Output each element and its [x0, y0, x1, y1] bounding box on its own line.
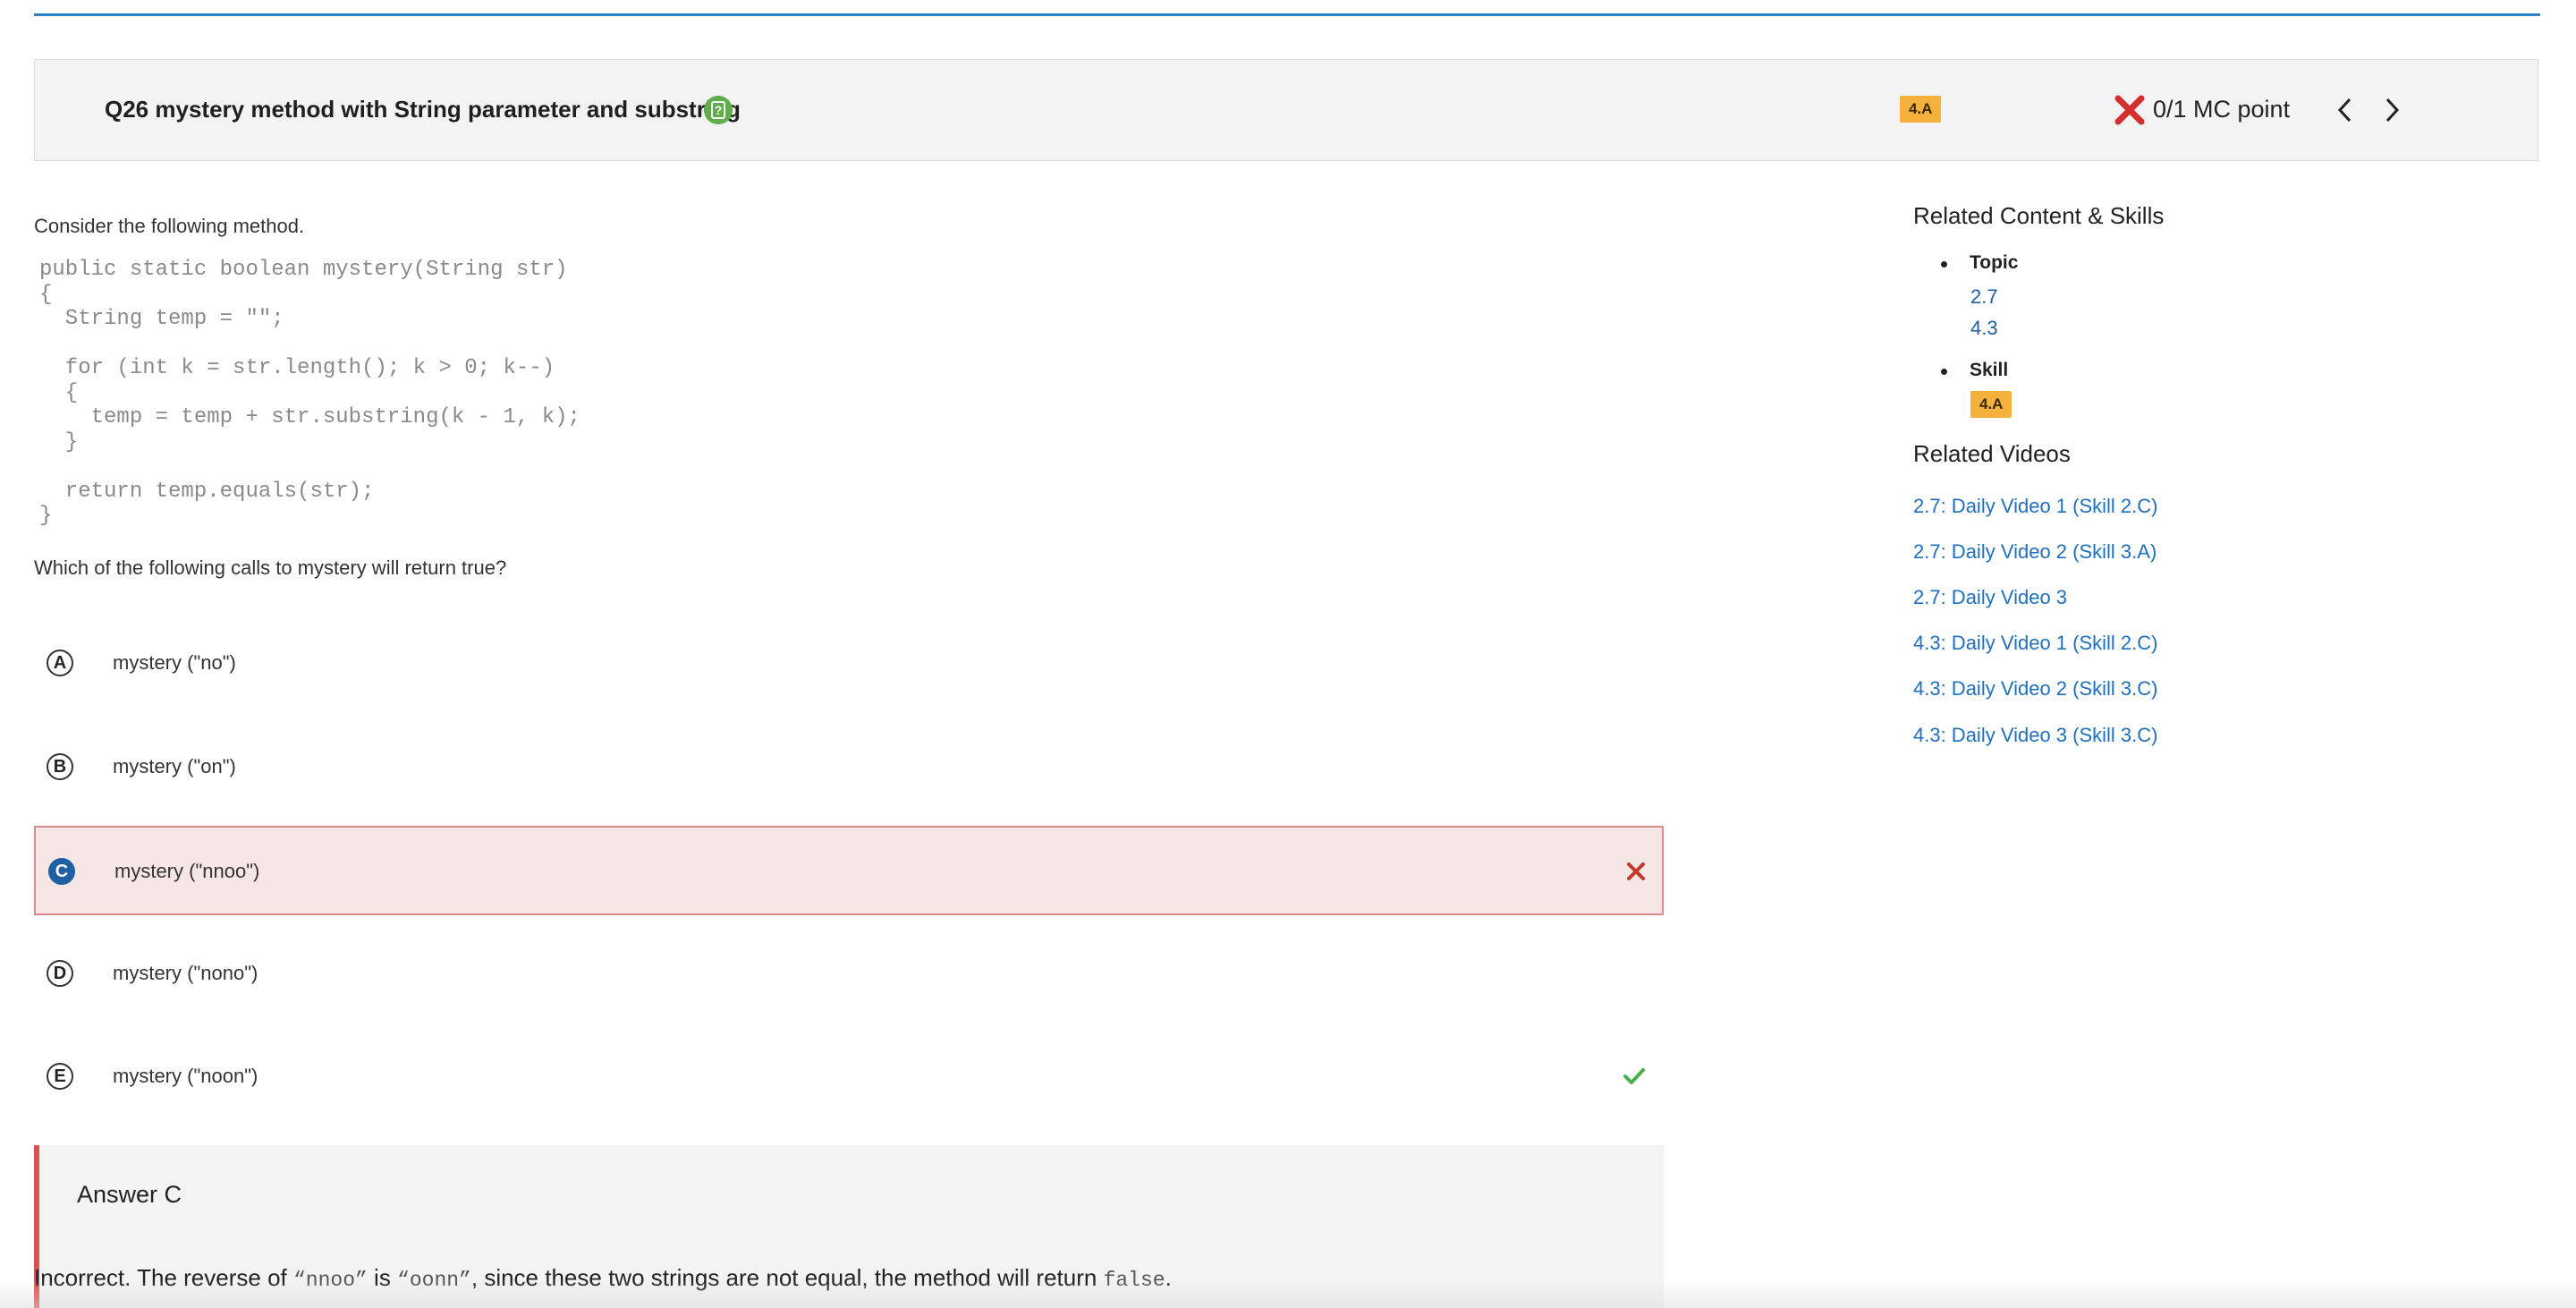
- topic-row: Topic: [1941, 251, 2129, 279]
- explanation-code: “nnoo”: [292, 1269, 368, 1292]
- question-title: Q26 mystery method with String parameter…: [105, 96, 741, 123]
- question-prompt: Which of the following calls to mystery …: [34, 556, 507, 579]
- related-videos-title: Related Videos: [1913, 440, 2071, 467]
- skill-row: Skill: [1941, 358, 2129, 386]
- option-letter: A: [47, 650, 73, 676]
- video-link[interactable]: 4.3: Daily Video 2 (Skill 3.C): [1913, 677, 2158, 701]
- explanation-text: , since these two strings are not equal,…: [470, 1264, 1104, 1291]
- explanation-text: .: [1165, 1264, 1172, 1291]
- video-link[interactable]: 2.7: Daily Video 1 (Skill 2.C): [1913, 495, 2158, 518]
- topic-label: Topic: [1970, 252, 2019, 273]
- answer-explanation: Incorrect. The reverse of “nnoo” is “oon…: [34, 1264, 1172, 1292]
- explanation-code: “oonn”: [397, 1269, 471, 1292]
- option-c[interactable]: C mystery ("nnoo"): [34, 826, 1664, 915]
- video-link[interactable]: 2.7: Daily Video 3: [1913, 586, 2067, 609]
- option-b[interactable]: B mystery ("on"): [34, 723, 1664, 812]
- bullet: [1941, 261, 1947, 268]
- video-link[interactable]: 2.7: Daily Video 2 (Skill 3.A): [1913, 540, 2157, 564]
- option-text: mystery ("no"): [113, 651, 236, 674]
- video-link[interactable]: 4.3: Daily Video 3 (Skill 3.C): [1913, 724, 2158, 747]
- option-text: mystery ("noon"): [113, 1065, 258, 1087]
- wrong-score-icon: [2114, 95, 2145, 125]
- video-link[interactable]: 4.3: Daily Video 1 (Skill 2.C): [1913, 632, 2158, 655]
- code-block: public static boolean mystery(String str…: [39, 258, 580, 528]
- top-accent-line: [34, 13, 2540, 16]
- check-icon: [1623, 1068, 1645, 1084]
- option-text: mystery ("nnoo"): [114, 860, 260, 882]
- option-letter: E: [47, 1063, 73, 1090]
- explanation-text: Incorrect. The reverse of: [34, 1264, 293, 1291]
- sidebar-skill-badge[interactable]: 4.A: [1970, 391, 2012, 418]
- help-icon[interactable]: ?: [704, 96, 733, 124]
- chevron-right-icon[interactable]: [2380, 96, 2403, 124]
- related-content-title: Related Content & Skills: [1913, 202, 2165, 229]
- question-intro: Consider the following method.: [34, 215, 305, 237]
- question-header: Q26 mystery method with String parameter…: [34, 59, 2538, 161]
- topic-link-4-3[interactable]: 4.3: [1970, 317, 1998, 340]
- option-letter: B: [47, 753, 73, 780]
- option-e[interactable]: E mystery ("noon"): [34, 1032, 1664, 1122]
- option-text: mystery ("on"): [113, 755, 236, 777]
- answer-title: Answer C: [77, 1181, 182, 1208]
- option-a[interactable]: A mystery ("no"): [34, 619, 1664, 709]
- skill-badge: 4.A: [1900, 96, 1942, 123]
- x-icon: [1627, 862, 1645, 880]
- skill-label: Skill: [1970, 360, 2009, 380]
- option-text: mystery ("nono"): [113, 962, 258, 984]
- explanation-code: false: [1103, 1269, 1165, 1292]
- option-d[interactable]: D mystery ("nono"): [34, 930, 1664, 1019]
- bullet: [1941, 369, 1947, 375]
- explanation-text: is: [367, 1264, 398, 1291]
- option-letter: D: [47, 960, 73, 987]
- chevron-left-icon[interactable]: [2334, 96, 2357, 124]
- option-letter: C: [48, 858, 75, 885]
- topic-link-2-7[interactable]: 2.7: [1970, 285, 1998, 309]
- score-text: 0/1 MC point: [2153, 96, 2291, 123]
